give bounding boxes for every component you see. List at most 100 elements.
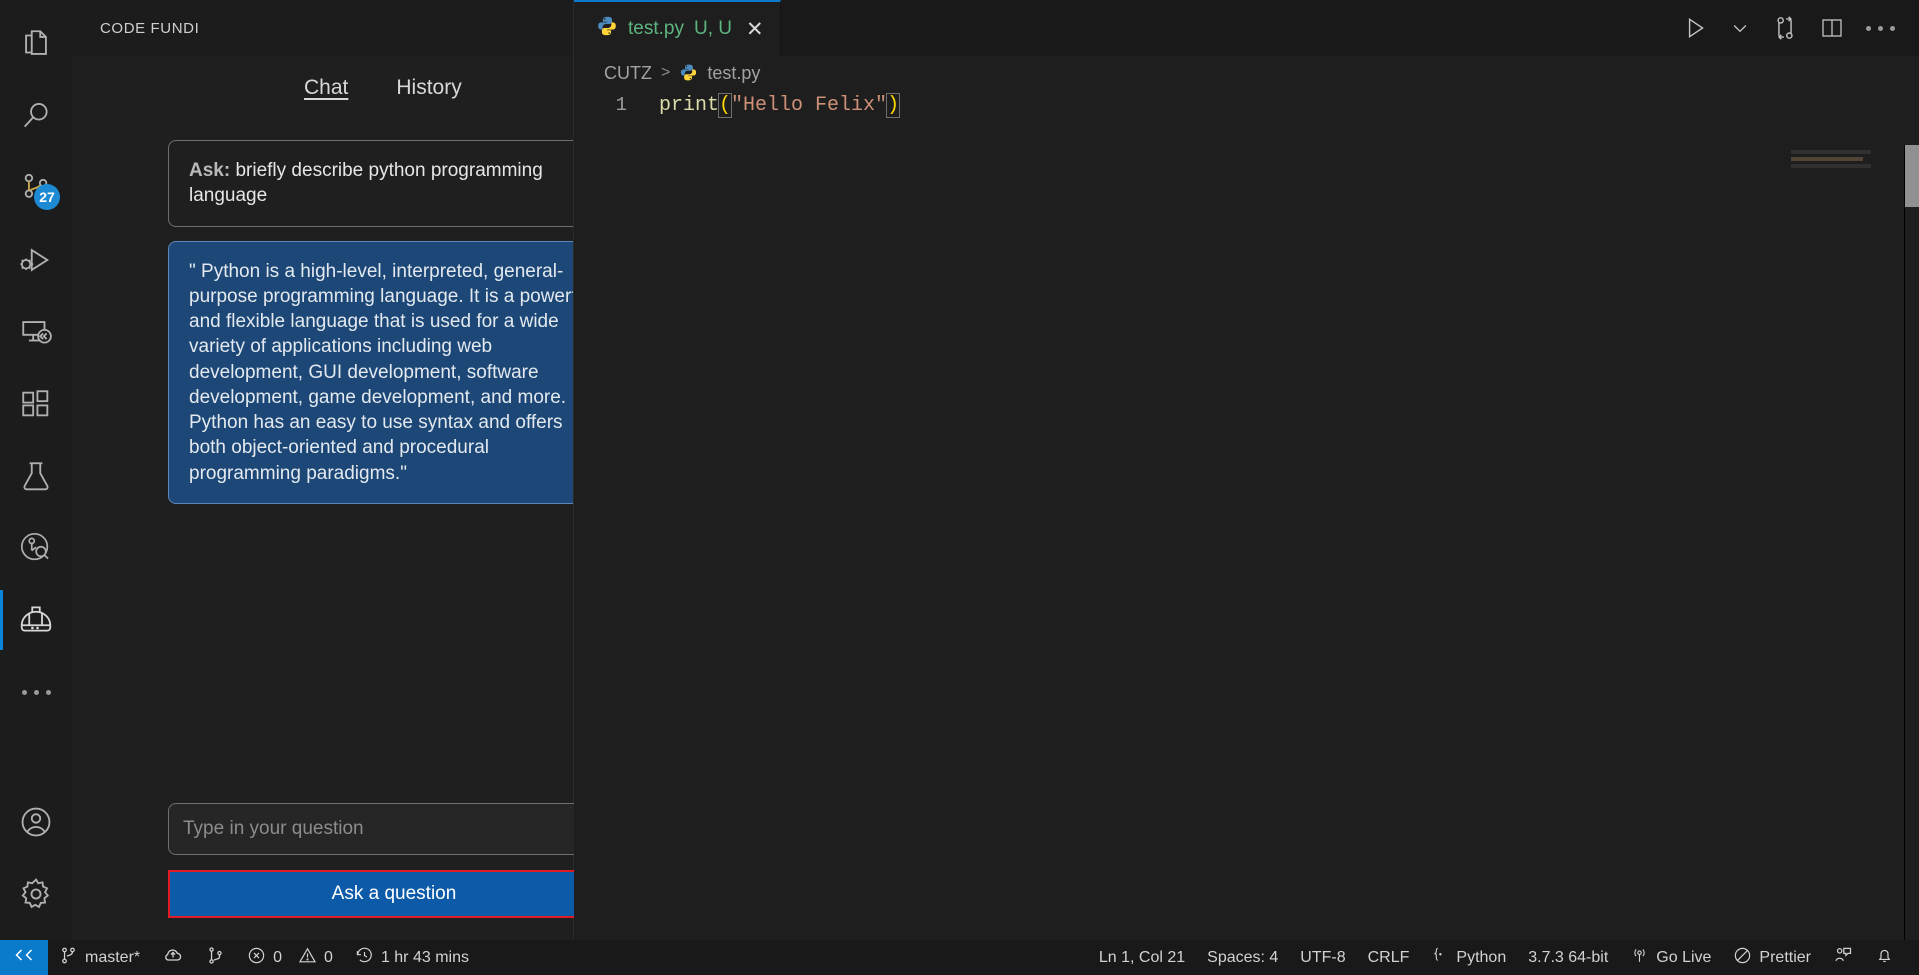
chat-message-list: Ask: briefly describe python programming… [72,120,573,803]
sidebar-item-code-fundi[interactable] [0,584,72,656]
workbench: 27 CODE FUNDI Chat History Ask: briefly … [0,0,1919,940]
chat-question-bubble: Ask: briefly describe python programming… [168,140,573,227]
vscode-window: 27 CODE FUNDI Chat History Ask: briefly … [0,0,1919,975]
editor-tab-git-flags: U, U [693,18,732,39]
chevron-right-icon: > [661,64,671,81]
branch-icon [59,946,78,970]
sidebar-item-search[interactable] [0,80,72,152]
warning-icon [298,946,317,970]
minimap[interactable] [1791,150,1901,171]
manage-settings-button[interactable] [0,858,72,930]
python-interpreter-button[interactable]: 3.7.3 64-bit [1517,940,1619,975]
prettier-label: Prettier [1759,948,1811,966]
language-mode-button[interactable]: Python [1420,940,1517,975]
activity-bar-bottom-group [0,786,72,940]
feedback-button[interactable] [1822,940,1864,975]
sidebar-item-remote-explorer[interactable] [0,296,72,368]
breadcrumb-file[interactable]: test.py [707,63,760,84]
feedback-icon [1833,945,1853,970]
hard-hat-icon [18,602,54,638]
chat-composer: Ask a question [72,803,620,940]
encoding-button[interactable]: UTF-8 [1289,940,1356,975]
ellipsis-icon [21,689,51,695]
sidebar-item-explorer[interactable] [0,8,72,80]
cursor-position-button[interactable]: Ln 1, Col 21 [1088,940,1196,975]
editor-group: test.py U, U ✕ CUTZ > test.py 1 print (… [574,0,1919,940]
code-token-close-paren: ) [886,92,901,118]
clock-icon [355,946,374,970]
question-input[interactable] [168,803,620,855]
go-live-button[interactable]: Go Live [1619,940,1722,975]
bell-icon [1875,946,1894,970]
chevron-down-icon[interactable] [1730,18,1750,38]
accounts-button[interactable] [0,786,72,858]
sync-changes-button[interactable] [151,940,195,975]
flask-icon [19,459,53,493]
ask-text: briefly describe python programming lang… [189,160,543,207]
vertical-scrollbar[interactable] [1905,145,1919,207]
sidebar-item-testing[interactable] [0,440,72,512]
line-endings-button[interactable]: CRLF [1357,940,1421,975]
git-graph-icon [206,946,225,970]
sidebar-item-code-inspector[interactable] [0,512,72,584]
sidebar-item-more-views[interactable] [0,656,72,728]
wakatime-label: 1 hr 43 mins [380,948,469,966]
line-number: 1 [615,94,627,116]
error-count: 0 [273,948,283,966]
search-icon [19,99,53,133]
close-icon[interactable]: ✕ [746,19,764,40]
panel-title: CODE FUNDI [72,0,573,56]
tab-history[interactable]: History [396,76,461,102]
editor-tab-test-py[interactable]: test.py U, U ✕ [574,0,781,56]
remote-window-button[interactable] [0,940,48,975]
minimap-line [1791,164,1871,168]
language-mode-label: Python [1456,948,1507,966]
breadcrumb-root[interactable]: CUTZ [604,63,652,84]
source-control-badge: 27 [34,184,60,210]
activity-bar-top-group: 27 [0,0,72,728]
activity-bar: 27 [0,0,72,940]
account-icon [19,805,53,839]
git-branch-button[interactable]: master* [48,940,151,975]
sidebar-item-source-control[interactable]: 27 [0,152,72,224]
code-editor[interactable]: 1 print ( "Hello Felix" ) [574,90,1919,940]
compare-changes-icon[interactable] [1772,15,1798,41]
ask-a-question-button[interactable]: Ask a question [168,870,620,918]
more-actions-icon[interactable] [1866,25,1895,31]
code-token-open-paren: ( [718,92,733,118]
run-python-file-button[interactable] [1682,15,1708,41]
magnifier-circle-icon [19,531,53,565]
sidebar-item-extensions[interactable] [0,368,72,440]
code-line-1: 1 print ( "Hello Felix" ) [574,90,1919,120]
python-icon [679,63,698,84]
python-icon [596,15,618,43]
broadcast-icon [1630,946,1649,970]
indentation-button[interactable]: Spaces: 4 [1196,940,1289,975]
minimap-line [1791,150,1871,154]
split-editor-icon[interactable] [1820,16,1844,40]
error-icon [247,946,266,970]
cloud-sync-icon [162,945,184,970]
go-live-label: Go Live [1656,948,1712,966]
chat-answer-bubble: " Python is a high-level, interpreted, g… [168,240,573,504]
code-token-string: "Hello Felix" [731,93,888,117]
git-branch-label: master* [85,948,141,966]
scrollbar-rail [1904,145,1905,940]
files-icon [19,27,53,61]
prettier-button[interactable]: Prettier [1722,940,1822,975]
notifications-button[interactable] [1864,940,1905,975]
panel-tabs: Chat History [72,56,573,120]
problems-button[interactable]: 0 0 [236,940,344,975]
status-bar-right: Ln 1, Col 21 Spaces: 4 UTF-8 CRLF Python… [1088,940,1919,975]
sidebar-item-run-and-debug[interactable] [0,224,72,296]
run-debug-icon [19,243,53,277]
git-graph-button[interactable] [195,940,236,975]
status-bar: master* 0 0 1 hr 43 mins Ln 1, Col 21 Sp… [0,940,1919,975]
editor-tab-filename: test.py [628,18,684,39]
tab-chat[interactable]: Chat [304,76,348,102]
gear-icon [19,877,53,911]
wakatime-button[interactable]: 1 hr 43 mins [344,940,480,975]
warning-count: 0 [324,948,333,966]
code-token-function: print [659,93,720,117]
extensions-icon [19,387,53,421]
